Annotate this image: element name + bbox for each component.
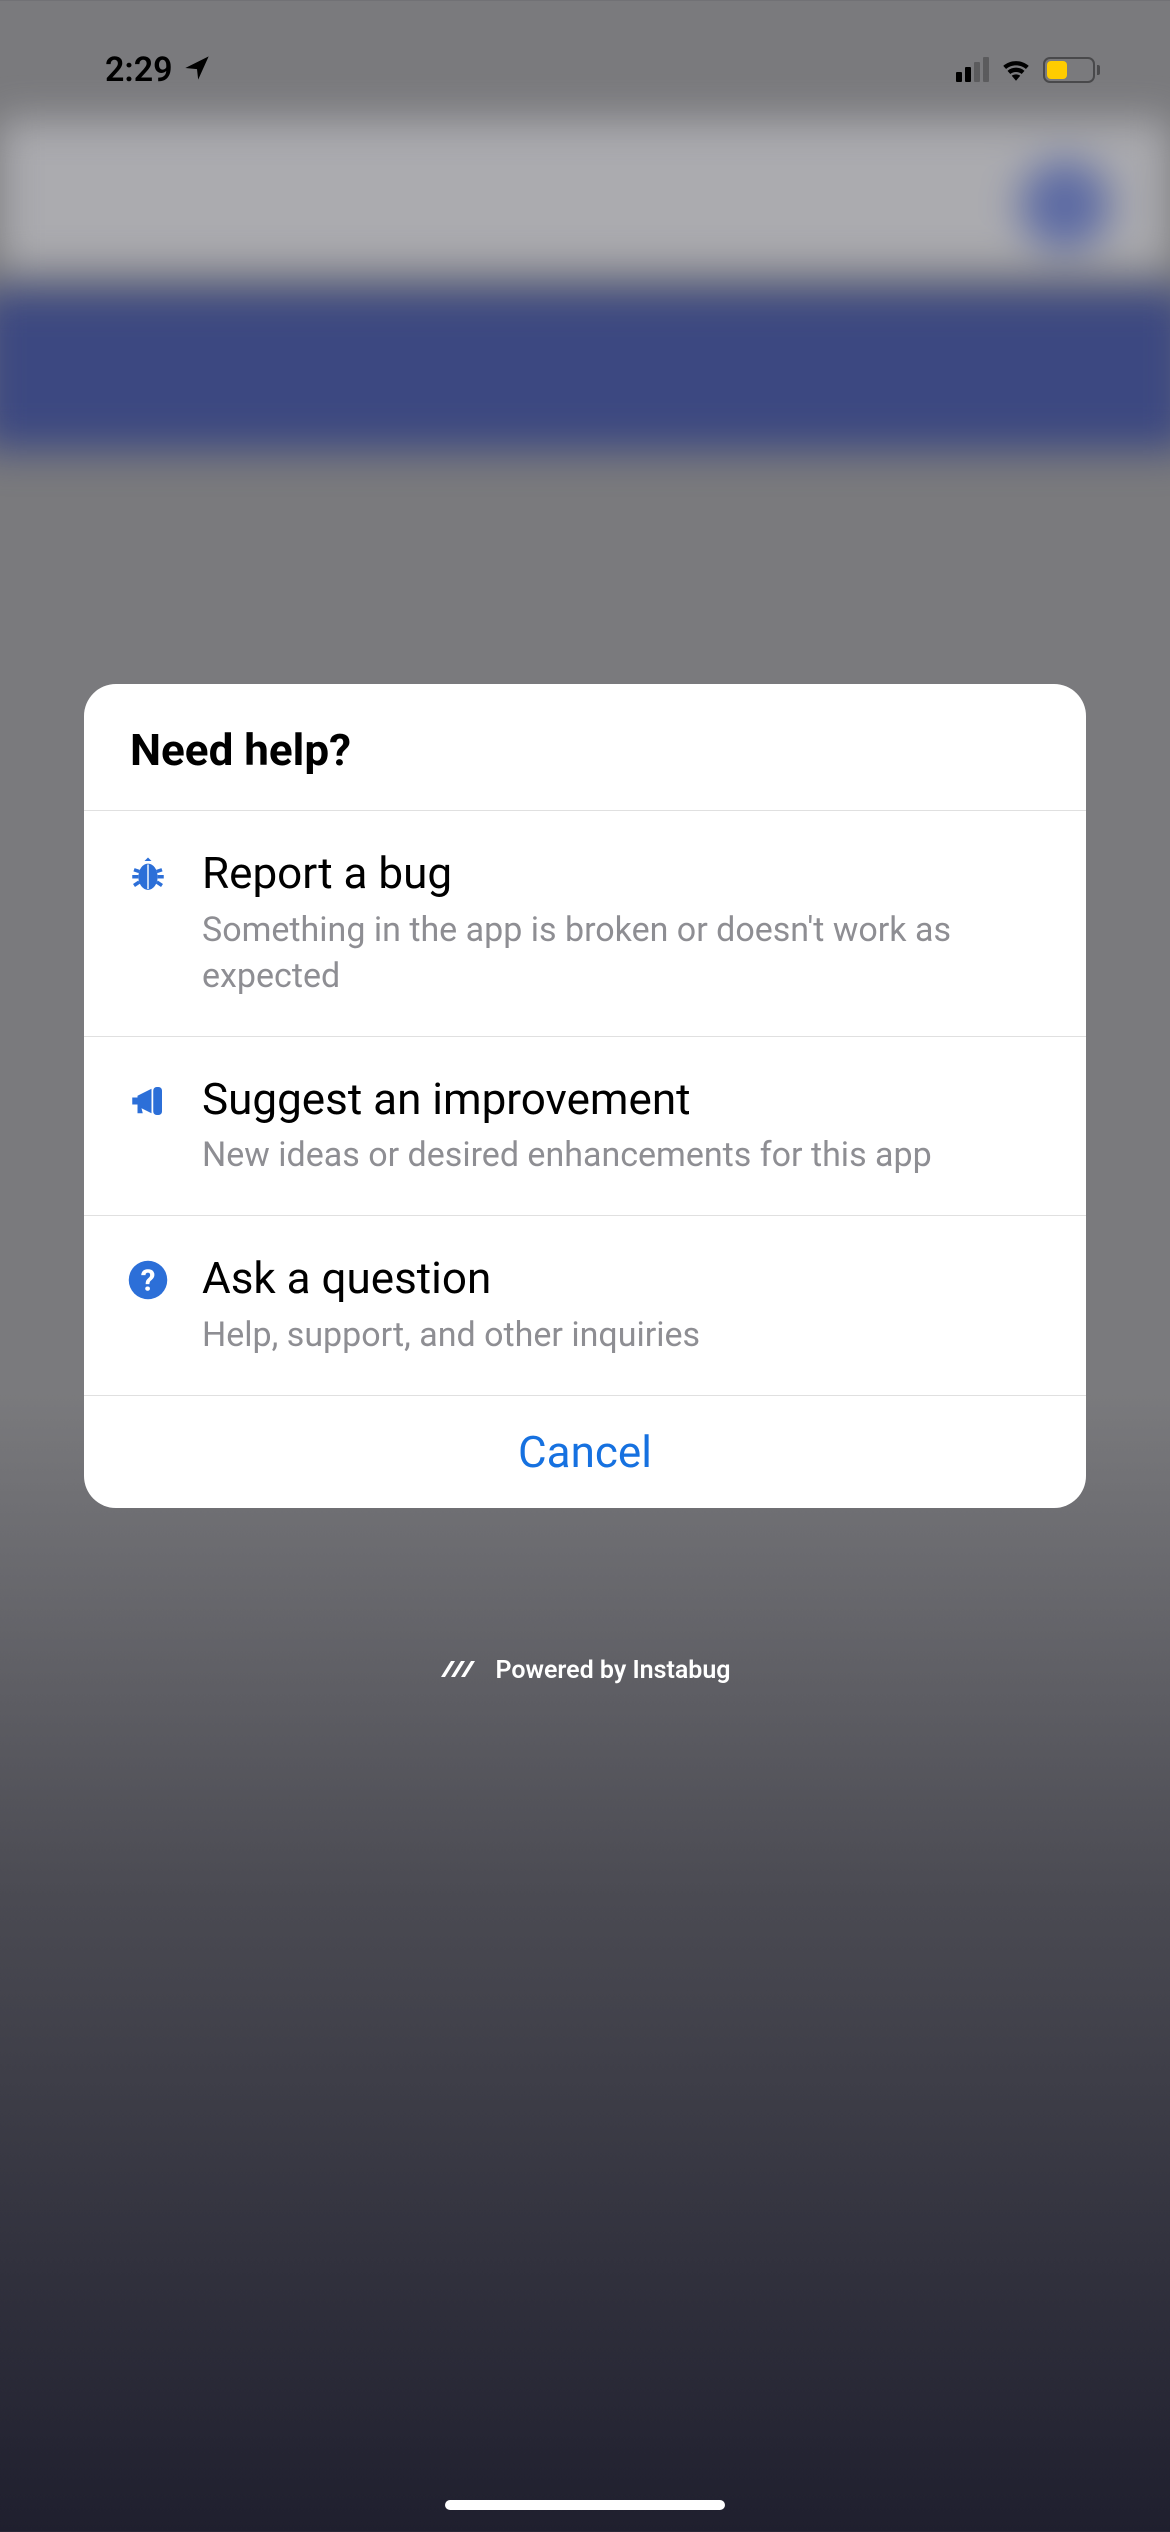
modal-header: Need help?	[84, 684, 1086, 811]
status-time: 2:29	[105, 50, 173, 90]
powered-by-text: Powered by Instabug	[495, 1656, 730, 1685]
powered-by-footer: Powered by Instabug	[0, 1656, 1170, 1685]
svg-text:?: ?	[141, 1264, 156, 1299]
status-right	[956, 55, 1110, 85]
modal-title: Need help?	[130, 724, 1040, 776]
option-title: Suggest an improvement	[202, 1073, 1042, 1126]
cellular-signal-icon	[956, 58, 989, 82]
question-icon: ?	[124, 1256, 172, 1304]
cancel-button[interactable]: Cancel	[84, 1396, 1086, 1508]
bug-icon	[124, 851, 172, 899]
option-subtitle: New ideas or desired enhancements for th…	[202, 1133, 1042, 1179]
location-icon	[179, 54, 211, 86]
option-title: Report a bug	[202, 847, 1042, 900]
option-suggest-improvement[interactable]: Suggest an improvement New ideas or desi…	[84, 1037, 1086, 1217]
option-ask-question[interactable]: ? Ask a question Help, support, and othe…	[84, 1216, 1086, 1396]
home-indicator[interactable]	[445, 2500, 725, 2510]
cancel-label: Cancel	[518, 1426, 652, 1478]
megaphone-icon	[124, 1077, 172, 1125]
instabug-logo-icon	[439, 1657, 475, 1685]
wifi-icon	[999, 55, 1033, 85]
option-subtitle: Something in the app is broken or doesn'…	[202, 908, 1042, 1000]
option-report-bug[interactable]: Report a bug Something in the app is bro…	[84, 811, 1086, 1037]
status-bar: 2:29	[0, 0, 1170, 110]
battery-icon	[1043, 57, 1100, 83]
option-subtitle: Help, support, and other inquiries	[202, 1313, 1042, 1359]
status-left: 2:29	[105, 50, 211, 90]
option-title: Ask a question	[202, 1252, 1042, 1305]
help-modal: Need help? Report a bug Something in the…	[84, 684, 1086, 1508]
